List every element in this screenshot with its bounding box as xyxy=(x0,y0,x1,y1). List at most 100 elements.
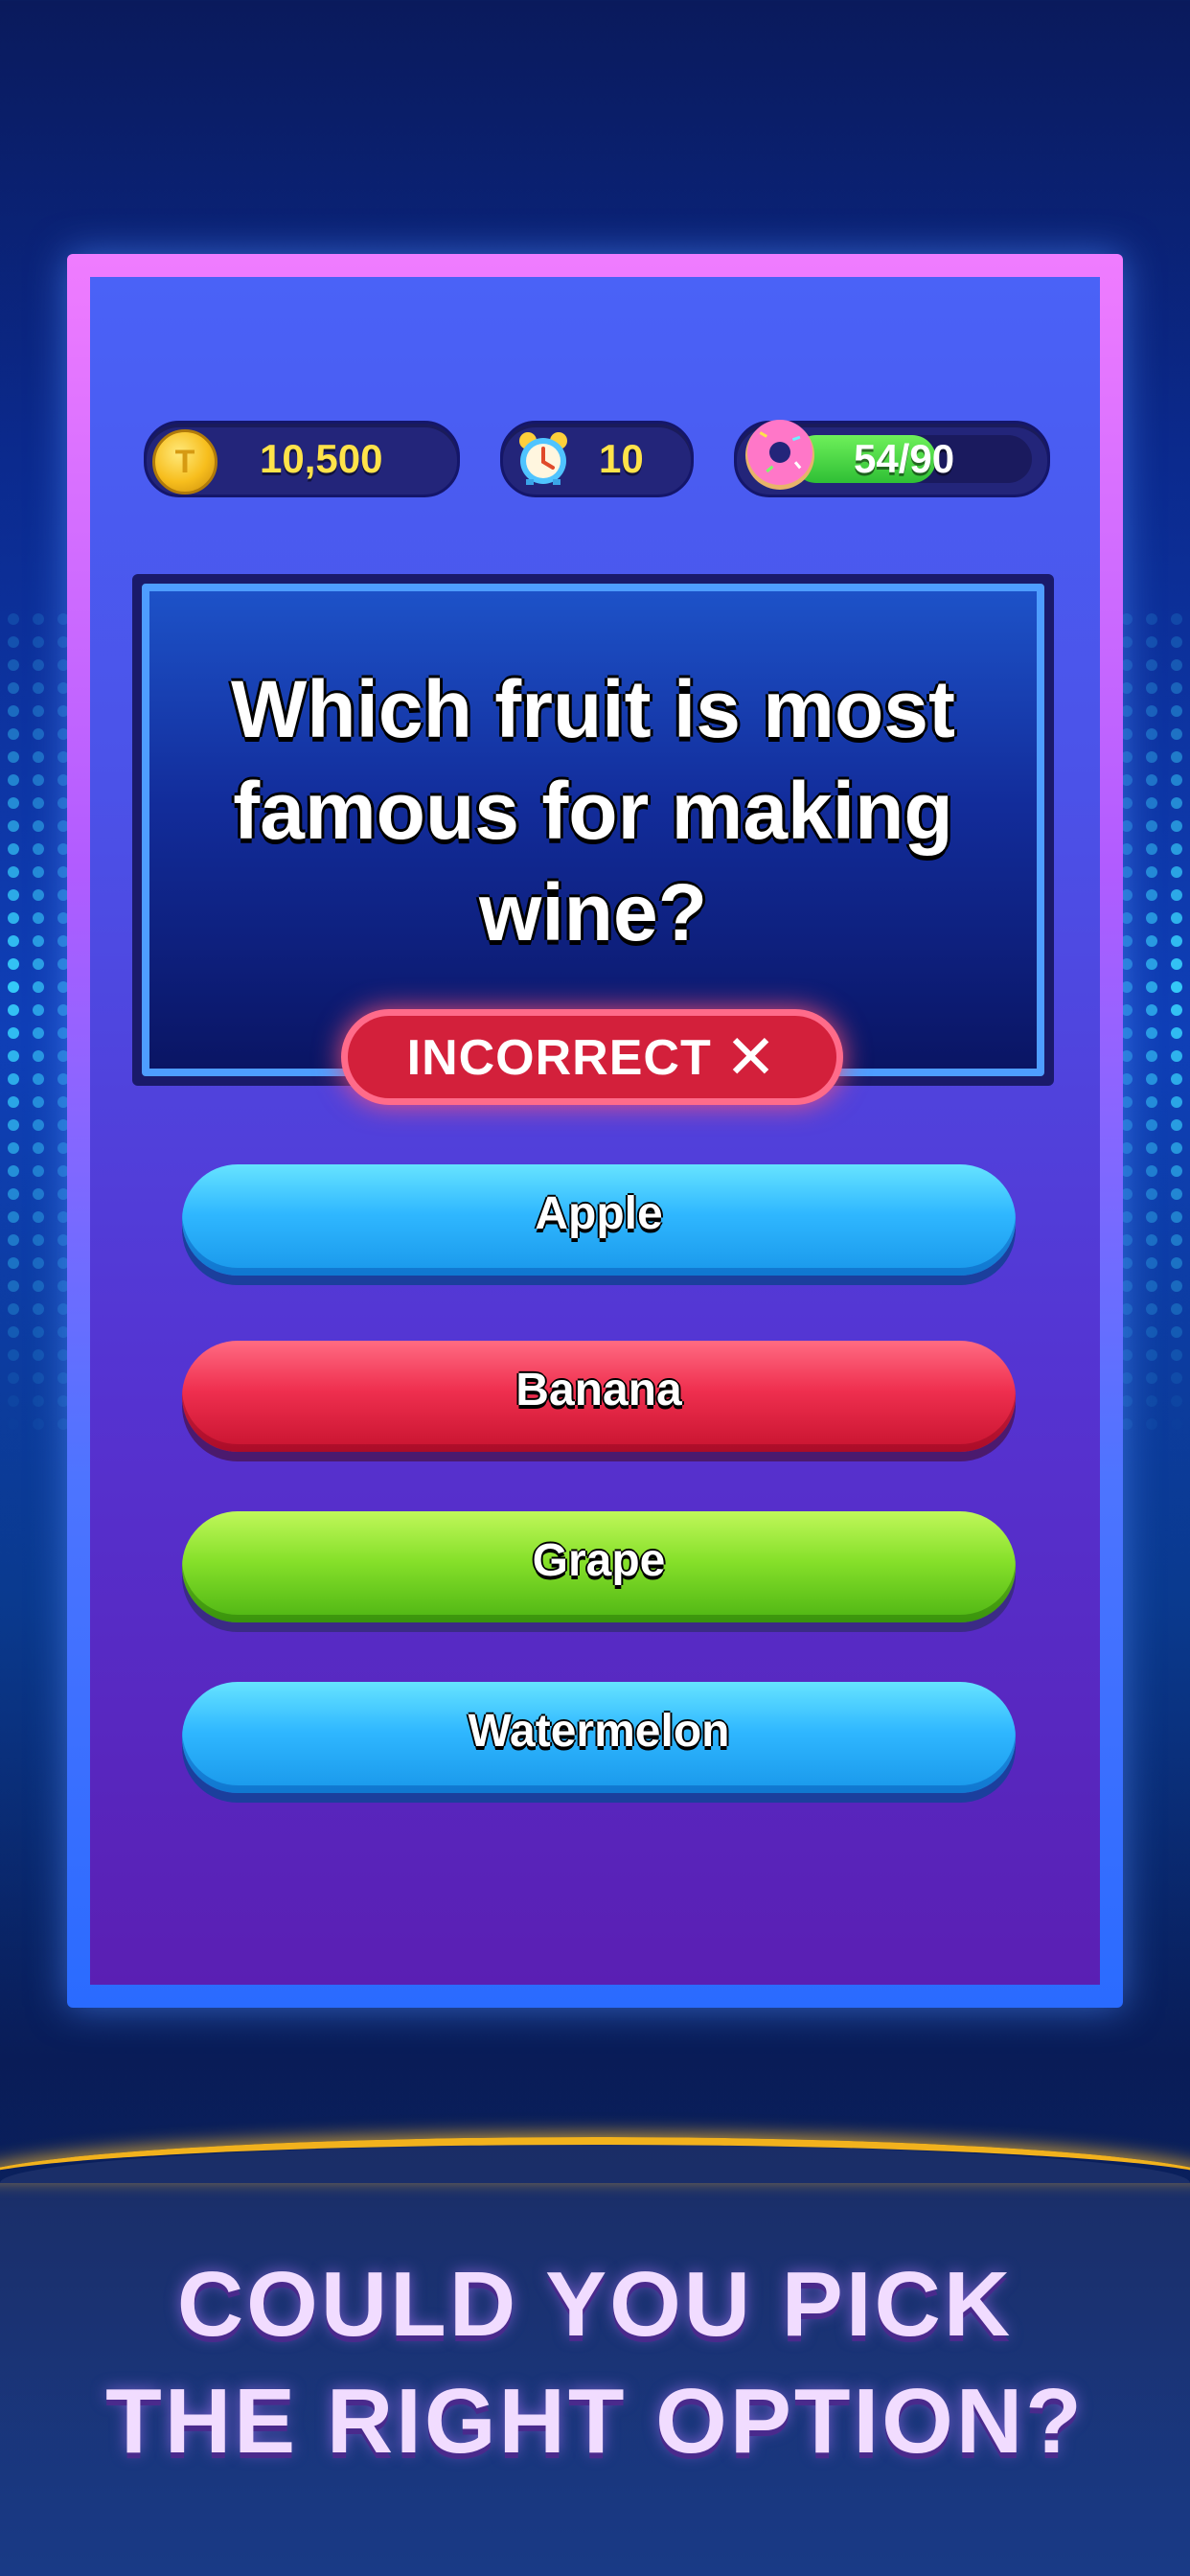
decorative-dot xyxy=(8,1280,19,1292)
decorative-dot xyxy=(1171,1211,1182,1223)
answer-option-2[interactable]: Banana xyxy=(182,1341,1016,1452)
quiz-panel: T 10,500 10 54/90 Which fruit is most fa… xyxy=(90,277,1100,1985)
gold-divider xyxy=(0,2137,1190,2183)
decorative-dot xyxy=(1146,1257,1157,1269)
decorative-dot xyxy=(33,958,44,970)
decorative-dot xyxy=(1171,1073,1182,1085)
decorative-dot xyxy=(1146,705,1157,717)
coins-value: 10,500 xyxy=(260,436,383,481)
progress-counter: 54/90 xyxy=(734,420,1050,497)
decorative-dot xyxy=(33,1142,44,1154)
decorative-dot xyxy=(33,1257,44,1269)
decorative-dot xyxy=(1146,636,1157,648)
decorative-dot xyxy=(1171,1096,1182,1108)
decorative-dot xyxy=(8,981,19,993)
decorative-dot xyxy=(1146,1395,1157,1407)
decorative-dots-left xyxy=(0,613,77,1476)
decorative-dot xyxy=(33,889,44,901)
answer-option-4[interactable]: Watermelon xyxy=(182,1682,1016,1793)
decorative-dot xyxy=(1146,682,1157,694)
decorative-dot xyxy=(33,1349,44,1361)
timer-counter: 10 xyxy=(500,421,694,497)
coins-counter: T 10,500 xyxy=(144,421,460,497)
decorative-dot xyxy=(1171,1188,1182,1200)
decorative-dot xyxy=(33,1188,44,1200)
bottom-banner xyxy=(0,2145,1190,2576)
decorative-dots-right xyxy=(1113,613,1190,1476)
decorative-dot xyxy=(1146,728,1157,740)
decorative-dot xyxy=(8,820,19,832)
decorative-dot xyxy=(1146,1280,1157,1292)
decorative-dot xyxy=(33,981,44,993)
question-box: Which fruit is most famous for making wi… xyxy=(142,584,1044,1076)
decorative-dot xyxy=(33,1418,44,1430)
decorative-dot xyxy=(8,682,19,694)
decorative-dot xyxy=(8,1165,19,1177)
decorative-dot xyxy=(8,774,19,786)
decorative-dot xyxy=(8,797,19,809)
decorative-dot xyxy=(1171,1303,1182,1315)
decorative-dot xyxy=(8,1119,19,1131)
decorative-dot xyxy=(1146,1326,1157,1338)
decorative-dot xyxy=(8,728,19,740)
decorative-dot xyxy=(8,1073,19,1085)
decorative-dot xyxy=(8,866,19,878)
decorative-dot xyxy=(33,613,44,625)
decorative-dot xyxy=(33,1027,44,1039)
decorative-dot xyxy=(1171,797,1182,809)
decorative-dot xyxy=(8,1211,19,1223)
decorative-dot xyxy=(33,728,44,740)
decorative-dot xyxy=(33,1303,44,1315)
decorative-dot xyxy=(8,1027,19,1039)
decorative-dot xyxy=(8,751,19,763)
decorative-dot xyxy=(1171,912,1182,924)
close-icon: ✕ xyxy=(724,1023,778,1092)
decorative-dot xyxy=(8,1188,19,1200)
decorative-dot xyxy=(8,1050,19,1062)
decorative-dot xyxy=(8,1096,19,1108)
decorative-dot xyxy=(8,1257,19,1269)
decorative-dot xyxy=(1146,751,1157,763)
decorative-dot xyxy=(8,843,19,855)
decorative-dot xyxy=(8,1326,19,1338)
decorative-dot xyxy=(33,1096,44,1108)
decorative-dot xyxy=(1171,1372,1182,1384)
decorative-dot xyxy=(1171,889,1182,901)
decorative-dot xyxy=(1146,1303,1157,1315)
decorative-dot xyxy=(33,1234,44,1246)
quiz-frame: T 10,500 10 54/90 Which fruit is most fa… xyxy=(67,254,1123,2008)
decorative-dot xyxy=(33,1395,44,1407)
answer-option-3[interactable]: Grape xyxy=(182,1511,1016,1622)
decorative-dot xyxy=(8,889,19,901)
decorative-dot xyxy=(8,1004,19,1016)
answer-option-1[interactable]: Apple xyxy=(182,1164,1016,1276)
decorative-dot xyxy=(1146,1349,1157,1361)
decorative-dot xyxy=(1146,1096,1157,1108)
decorative-dot xyxy=(33,1326,44,1338)
decorative-dot xyxy=(1146,1188,1157,1200)
decorative-dot xyxy=(1171,1326,1182,1338)
decorative-dot xyxy=(8,1142,19,1154)
decorative-dot xyxy=(1146,1073,1157,1085)
decorative-dot xyxy=(1171,613,1182,625)
progress-value: 54/90 xyxy=(854,436,955,481)
decorative-dot xyxy=(33,1280,44,1292)
decorative-dot xyxy=(33,774,44,786)
decorative-dot xyxy=(1171,981,1182,993)
decorative-dot xyxy=(1146,912,1157,924)
decorative-dot xyxy=(1146,981,1157,993)
decorative-dot xyxy=(1171,1395,1182,1407)
question-text: Which fruit is most famous for making wi… xyxy=(231,664,955,957)
decorative-dot xyxy=(1171,1257,1182,1269)
decorative-dot xyxy=(1146,1211,1157,1223)
decorative-dot xyxy=(8,636,19,648)
decorative-dot xyxy=(1146,1418,1157,1430)
decorative-dot xyxy=(1146,889,1157,901)
decorative-dot xyxy=(33,1050,44,1062)
decorative-dot xyxy=(1171,682,1182,694)
decorative-dot xyxy=(8,613,19,625)
decorative-dot xyxy=(1146,1142,1157,1154)
decorative-dot xyxy=(1171,1418,1182,1430)
decorative-dot xyxy=(1171,751,1182,763)
decorative-dot xyxy=(8,1418,19,1430)
